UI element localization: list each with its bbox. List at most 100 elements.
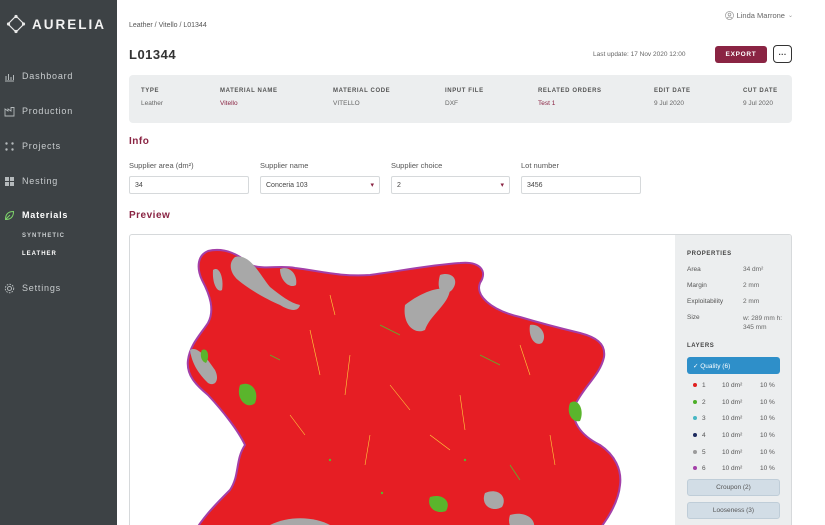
brand-name: AURELIA <box>32 16 106 32</box>
last-update: Last update: 17 Nov 2020 12:00 <box>593 51 686 58</box>
layers-title: LAYERS <box>687 343 715 349</box>
material-details-card: TYPE Leather MATERIAL NAME Vitello MATER… <box>129 75 792 123</box>
meta-input-file: INPUT FILE DXF <box>445 88 484 107</box>
meta-label: CUT DATE <box>743 88 778 94</box>
meta-label: TYPE <box>141 88 160 94</box>
layer-row[interactable]: 4 10 dm² 10 % <box>693 430 783 440</box>
croupon-layer-button[interactable]: Croupon (2) <box>687 479 780 496</box>
grid-dots-icon <box>5 141 14 151</box>
sidebar-subitem-synthetic[interactable]: SYNTHETIC <box>22 233 65 239</box>
tiles-icon <box>5 176 14 186</box>
chevron-down-icon: ▾ <box>500 182 504 189</box>
prop-margin-value: 2 mm <box>743 282 760 289</box>
properties-title: PROPERTIES <box>687 251 732 257</box>
breadcrumb[interactable]: Leather / Vitello / L01344 <box>129 22 207 29</box>
supplier-name-select[interactable]: Conceria 103 ▾ <box>260 176 380 194</box>
layer-area: 10 dm² <box>722 464 743 472</box>
prop-area-label: Area <box>687 266 701 273</box>
chevron-down-icon: ⌄ <box>787 13 793 19</box>
meta-value: 9 Jul 2020 <box>743 100 773 107</box>
prop-size-label: Size <box>687 314 700 321</box>
meta-material-name: MATERIAL NAME Vitello <box>220 88 278 107</box>
quality-layer-button[interactable]: ✓ Quality (6) <box>687 357 780 374</box>
sidebar-item-production[interactable]: Production <box>0 101 117 121</box>
layer-color-dot <box>693 400 697 404</box>
supplier-area-input[interactable]: 34 <box>129 176 249 194</box>
sidebar-item-dashboard[interactable]: Dashboard <box>0 66 117 86</box>
info-section-title: Info <box>129 136 150 147</box>
prop-margin-label: Margin <box>687 282 707 289</box>
chevron-down-icon: ▾ <box>370 182 374 189</box>
layer-pct: 10 % <box>760 431 775 439</box>
layer-row[interactable]: 2 10 dm² 10 % <box>693 397 783 407</box>
layer-color-dot <box>693 416 697 420</box>
more-options-button[interactable]: ··· <box>773 45 792 63</box>
layer-area: 10 dm² <box>722 381 743 389</box>
user-menu[interactable]: Linda Marrone ⌄ <box>724 11 793 20</box>
layer-row[interactable]: 6 10 dm² 10 % <box>693 463 783 473</box>
sidebar-item-label: Settings <box>22 283 61 293</box>
sidebar: AURELIA Dashboard Production Projects Ne… <box>0 0 117 525</box>
field-value: Conceria 103 <box>266 181 308 189</box>
preview-section-title: Preview <box>129 210 171 221</box>
gear-icon <box>4 283 15 293</box>
lot-number-label: Lot number <box>521 161 559 170</box>
layer-row[interactable]: 3 10 dm² 10 % <box>693 413 783 423</box>
supplier-name-label: Supplier name <box>260 161 309 170</box>
looseness-layer-button[interactable]: Looseness (3) <box>687 502 780 519</box>
prop-exploitability-label: Exploitability <box>687 298 724 305</box>
meta-value: Leather <box>141 100 164 107</box>
meta-type: TYPE Leather <box>141 88 163 107</box>
materials-icon <box>4 210 15 220</box>
layer-color-dot <box>693 383 697 387</box>
layer-id: 6 <box>702 464 706 472</box>
lot-number-input[interactable]: 3456 <box>521 176 641 194</box>
meta-label: RELATED ORDERS <box>538 88 602 94</box>
layer-id: 1 <box>702 381 706 389</box>
material-name-link[interactable]: Vitello <box>220 100 278 107</box>
brand-logo[interactable]: AURELIA <box>6 14 106 34</box>
layer-color-dot <box>693 433 697 437</box>
layer-color-dot <box>693 466 697 470</box>
prop-exploitability-value: 2 mm <box>743 298 760 305</box>
sidebar-item-label: Materials <box>22 210 69 220</box>
sidebar-item-materials[interactable]: Materials <box>0 205 117 225</box>
meta-label: MATERIAL CODE <box>333 88 391 94</box>
page-title: L01344 <box>129 47 177 62</box>
field-value: 2 <box>397 181 401 189</box>
sidebar-item-nesting[interactable]: Nesting <box>0 171 117 191</box>
supplier-choice-select[interactable]: 2 ▾ <box>391 176 510 194</box>
layer-id: 3 <box>702 414 706 422</box>
layer-color-dot <box>693 450 697 454</box>
related-order-link[interactable]: Test 1 <box>538 100 602 107</box>
export-button[interactable]: EXPORT <box>715 46 767 63</box>
layer-area: 10 dm² <box>722 431 743 439</box>
layer-area: 10 dm² <box>722 398 743 406</box>
meta-label: INPUT FILE <box>445 88 484 94</box>
sidebar-item-settings[interactable]: Settings <box>0 278 117 298</box>
layer-pct: 10 % <box>760 448 775 456</box>
layer-area: 10 dm² <box>722 414 743 422</box>
sidebar-item-projects[interactable]: Projects <box>0 136 117 156</box>
supplier-choice-label: Supplier choice <box>391 161 443 170</box>
field-value: 3456 <box>527 181 543 189</box>
layer-id: 4 <box>702 431 706 439</box>
prop-area-value: 34 dm² <box>743 266 764 273</box>
layer-row[interactable]: 1 10 dm² 10 % <box>693 380 783 390</box>
logo-icon <box>6 14 26 34</box>
meta-related-orders: RELATED ORDERS Test 1 <box>538 88 602 107</box>
sidebar-subitem-leather[interactable]: LEATHER <box>22 251 57 257</box>
supplier-area-label: Supplier area (dm²) <box>129 161 194 170</box>
bar-chart-icon <box>5 73 14 81</box>
prop-size-value: w: 289 mm h: 345 mm <box>743 315 783 331</box>
meta-edit-date: EDIT DATE 9 Jul 2020 <box>654 88 691 107</box>
leather-hide-canvas[interactable] <box>130 235 675 525</box>
meta-label: EDIT DATE <box>654 88 691 94</box>
layer-area: 10 dm² <box>722 448 743 456</box>
meta-value: VITELLO <box>333 100 360 107</box>
sidebar-item-label: Projects <box>22 141 61 151</box>
layer-row[interactable]: 5 10 dm² 10 % <box>693 447 783 457</box>
user-icon <box>724 11 734 20</box>
factory-icon <box>4 106 15 116</box>
sidebar-item-label: Nesting <box>22 176 59 186</box>
